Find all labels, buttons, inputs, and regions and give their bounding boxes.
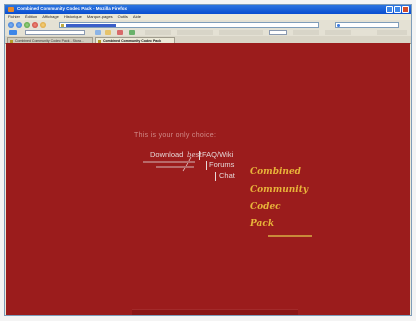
scrawl-text: best bbox=[187, 151, 202, 159]
toolbar-item[interactable] bbox=[145, 30, 171, 35]
window-title: Combined Community Codec Pack - Mozilla … bbox=[17, 6, 128, 11]
page-content: best This is your only choice: Download … bbox=[6, 43, 410, 315]
address-url bbox=[66, 24, 116, 27]
forums-link[interactable]: Forums bbox=[209, 161, 234, 169]
logo-footnote bbox=[268, 235, 312, 237]
title-bar: Combined Community Codec Pack - Mozilla … bbox=[5, 5, 411, 14]
stop-icon[interactable] bbox=[32, 21, 38, 28]
toolbar-item[interactable] bbox=[377, 30, 407, 35]
chat-link[interactable]: Chat bbox=[219, 172, 235, 180]
toolbar-button-icon[interactable] bbox=[129, 30, 135, 35]
separator bbox=[206, 161, 207, 170]
reload-icon[interactable] bbox=[24, 21, 30, 28]
footer-bar bbox=[132, 309, 298, 315]
toolbar-dropdown[interactable] bbox=[269, 30, 287, 35]
search-box[interactable] bbox=[335, 21, 399, 28]
minimize-icon[interactable] bbox=[386, 6, 393, 13]
logo-community: Community bbox=[250, 185, 309, 195]
toolbar-button-icon[interactable] bbox=[95, 30, 101, 35]
toolbar-item[interactable] bbox=[325, 30, 351, 35]
logo-combined: Combined bbox=[250, 167, 301, 177]
site-favicon-icon bbox=[61, 23, 64, 27]
window-controls bbox=[386, 6, 409, 13]
toolbar-item[interactable] bbox=[177, 30, 213, 35]
toolbar-button-icon[interactable] bbox=[117, 30, 123, 35]
toolbar-item[interactable] bbox=[219, 30, 263, 35]
firefox-icon bbox=[8, 7, 14, 12]
forward-icon[interactable] bbox=[16, 21, 22, 28]
faq-link[interactable]: FAQ/Wiki bbox=[202, 151, 233, 159]
browser-window: Combined Community Codec Pack - Mozilla … bbox=[4, 4, 412, 316]
maximize-icon[interactable] bbox=[394, 6, 401, 13]
toolbar-item[interactable] bbox=[293, 30, 319, 35]
search-engine-icon bbox=[337, 23, 340, 27]
toolbar-search-field[interactable] bbox=[25, 30, 85, 35]
address-bar[interactable] bbox=[59, 21, 319, 28]
download-subline bbox=[156, 166, 194, 168]
separator bbox=[199, 151, 200, 160]
toolbar-button-icon[interactable] bbox=[105, 30, 111, 35]
close-icon[interactable] bbox=[402, 6, 409, 13]
download-link[interactable]: Download bbox=[150, 151, 183, 159]
separator bbox=[215, 172, 216, 181]
home-icon[interactable] bbox=[40, 21, 46, 28]
toolbar-logo-icon bbox=[9, 30, 17, 35]
logo-codec: Codec bbox=[250, 202, 281, 212]
slogan: This is your only choice: bbox=[134, 132, 217, 139]
download-subline bbox=[143, 161, 195, 163]
logo-pack: Pack bbox=[250, 219, 275, 229]
back-icon[interactable] bbox=[8, 21, 14, 28]
